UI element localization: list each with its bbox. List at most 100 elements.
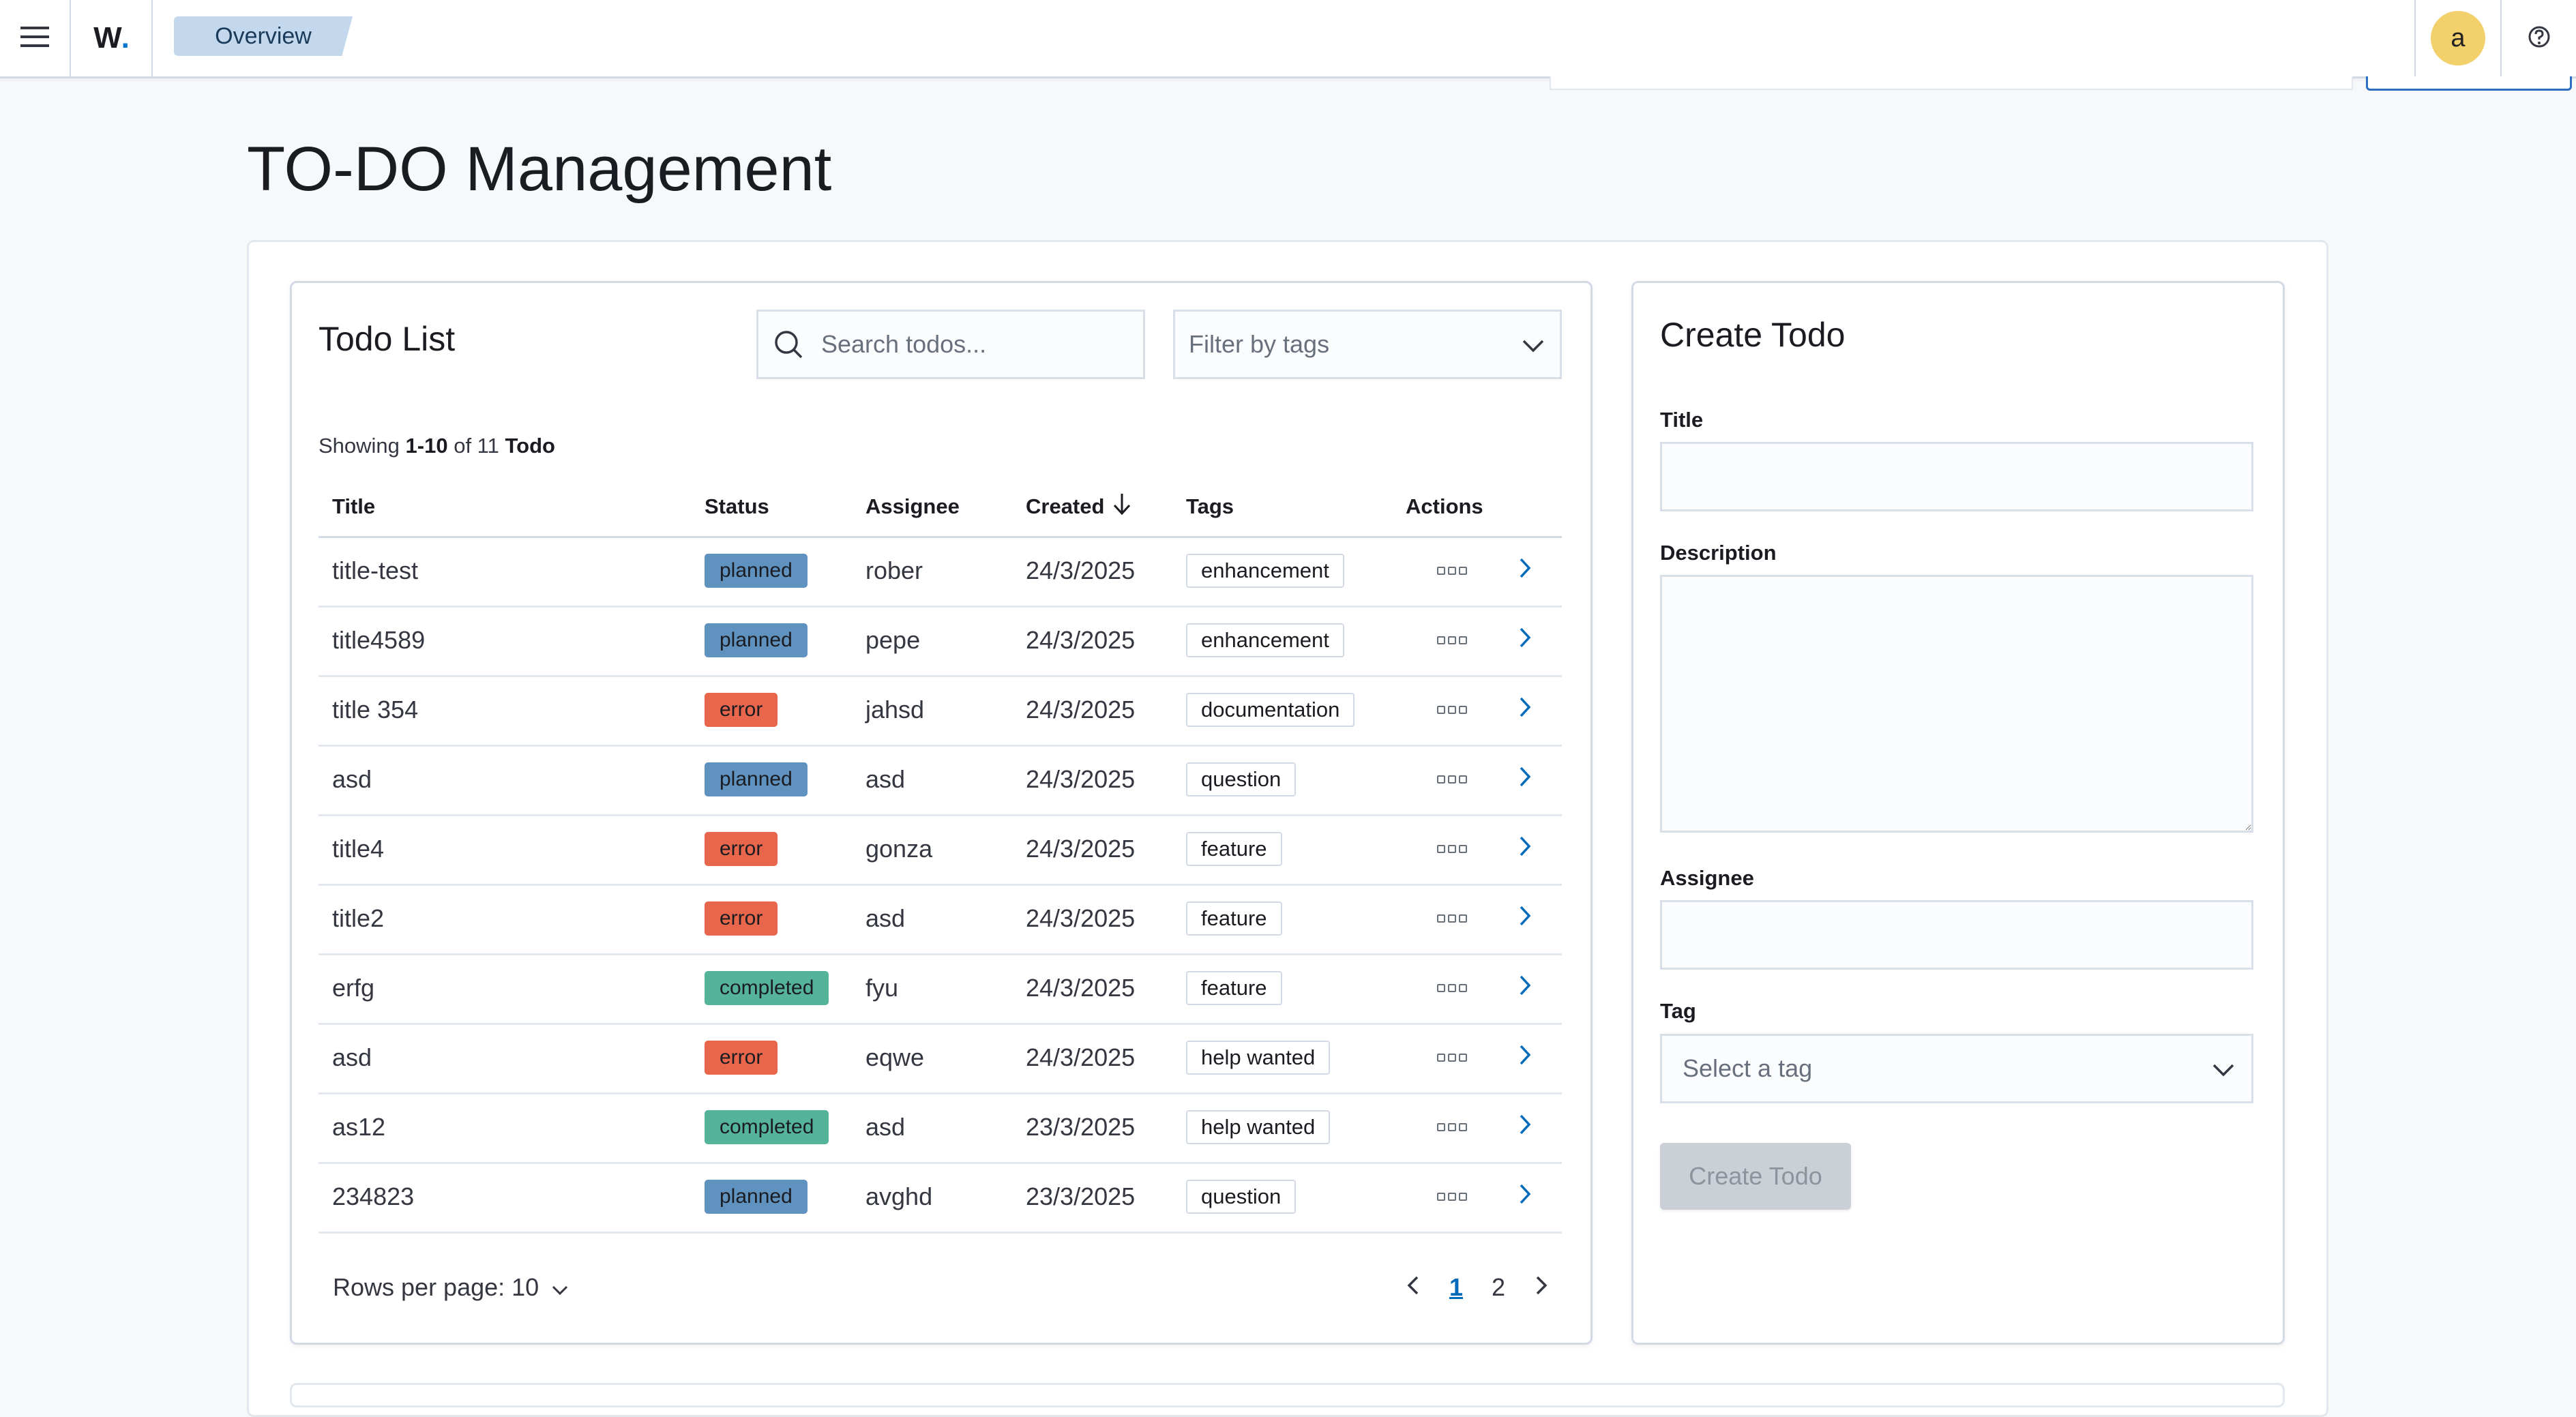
tag-badge: enhancement <box>1186 623 1344 657</box>
description-textarea[interactable] <box>1660 575 2253 833</box>
create-todo-button[interactable]: Create Todo <box>1660 1143 1851 1210</box>
todo-assignee: eqwe <box>865 1043 925 1071</box>
row-actions-button[interactable] <box>1437 1162 1467 1232</box>
row-open-button[interactable] <box>1519 536 1531 606</box>
todo-list-title: Todo List <box>319 320 456 358</box>
column-title-header[interactable]: Title <box>332 477 375 536</box>
tags-cell: feature <box>1186 884 1282 953</box>
user-menu-button[interactable]: a <box>2416 0 2500 76</box>
status-cell: completed <box>705 953 829 1023</box>
chevron-right-icon <box>1519 765 1531 794</box>
showing-entity: Todo <box>505 434 555 458</box>
app-logo[interactable]: W. <box>71 0 151 76</box>
row-actions-button[interactable] <box>1437 953 1467 1023</box>
column-assignee-header[interactable]: Assignee <box>865 477 960 536</box>
row-actions-button[interactable] <box>1437 536 1467 606</box>
breadcrumb-overview[interactable]: Overview <box>174 16 353 56</box>
status-badge: planned <box>705 762 808 796</box>
status-cell: planned <box>705 606 808 675</box>
search-input[interactable] <box>821 330 1135 359</box>
page-1-link[interactable]: 1 <box>1439 1267 1473 1308</box>
header-button-edge <box>2366 76 2572 91</box>
row-open-button[interactable] <box>1519 1162 1531 1232</box>
status-badge: completed <box>705 971 829 1005</box>
showing-count: Showing 1-10 of 11 Todo <box>319 434 555 458</box>
assignee-input[interactable] <box>1660 900 2253 970</box>
chevron-right-icon <box>1519 1043 1531 1072</box>
tag-badge: enhancement <box>1186 554 1344 588</box>
row-actions-button[interactable] <box>1437 1023 1467 1092</box>
row-actions-button[interactable] <box>1437 1092 1467 1162</box>
todo-title: title2 <box>332 904 385 932</box>
row-open-button[interactable] <box>1519 745 1531 814</box>
chevron-right-icon <box>1519 626 1531 655</box>
todo-assignee: asd <box>865 1113 906 1141</box>
row-actions-button[interactable] <box>1437 606 1467 675</box>
status-badge: completed <box>705 1110 829 1144</box>
sort-descending-icon <box>1112 492 1131 521</box>
tags-cell: documentation <box>1186 675 1355 745</box>
lower-panel-edge <box>290 1383 2285 1407</box>
row-open-button[interactable] <box>1519 814 1531 884</box>
logo-dot: . <box>121 21 130 55</box>
tag-select[interactable]: Select a tag <box>1660 1034 2253 1103</box>
prev-page-button[interactable] <box>1395 1267 1431 1308</box>
row-open-button[interactable] <box>1519 1023 1531 1092</box>
tag-badge: help wanted <box>1186 1041 1331 1075</box>
tag-badge: question <box>1186 1180 1297 1214</box>
title-input[interactable] <box>1660 442 2253 511</box>
row-actions-button[interactable] <box>1437 814 1467 884</box>
help-button[interactable] <box>2502 0 2576 76</box>
more-actions-icon <box>1437 1054 1467 1062</box>
row-open-button[interactable] <box>1519 953 1531 1023</box>
row-actions-button[interactable] <box>1437 745 1467 814</box>
tag-filter-select[interactable]: Filter by tags <box>1173 310 1562 379</box>
todo-title: title 354 <box>332 696 419 724</box>
help-icon <box>2528 25 2551 52</box>
todo-title: 234823 <box>332 1182 415 1210</box>
more-actions-icon <box>1437 984 1467 992</box>
todo-created-date: 24/3/2025 <box>1026 835 1136 863</box>
chevron-left-icon <box>1407 1273 1419 1302</box>
menu-button[interactable] <box>0 0 70 76</box>
status-badge: planned <box>705 554 808 588</box>
chevron-down-icon <box>2212 1054 2235 1083</box>
chevron-down-icon <box>551 1273 569 1302</box>
description-field-label: Description <box>1660 541 1777 565</box>
status-cell: error <box>705 675 778 745</box>
todo-assignee: jahsd <box>865 696 925 724</box>
todo-title: asd <box>332 765 372 793</box>
todo-created-date: 24/3/2025 <box>1026 626 1136 654</box>
more-actions-icon <box>1437 845 1467 853</box>
column-status-header[interactable]: Status <box>705 477 769 536</box>
row-open-button[interactable] <box>1519 606 1531 675</box>
tag-filter-placeholder: Filter by tags <box>1189 330 1330 358</box>
menu-icon <box>20 25 49 52</box>
todo-assignee: fyu <box>865 974 899 1002</box>
column-tags-header[interactable]: Tags <box>1186 477 1234 536</box>
todo-assignee: rober <box>865 556 923 584</box>
column-created-header[interactable]: Created <box>1026 477 1131 536</box>
search-field[interactable] <box>756 310 1145 379</box>
table-row: title2 error asd 24/3/2025 feature <box>319 884 1562 955</box>
todo-assignee: asd <box>865 904 906 932</box>
rows-per-page-button[interactable]: Rows per page: 10 <box>333 1267 569 1308</box>
todo-created-date: 23/3/2025 <box>1026 1113 1136 1141</box>
next-page-button[interactable] <box>1524 1267 1559 1308</box>
row-open-button[interactable] <box>1519 884 1531 953</box>
table-row: title-test planned rober 24/3/2025 enhanceme… <box>319 536 1562 608</box>
status-badge: error <box>705 1041 778 1075</box>
row-actions-button[interactable] <box>1437 884 1467 953</box>
todo-created-date: 24/3/2025 <box>1026 1043 1136 1071</box>
table-row: title4589 planned pepe 24/3/2025 enhancement <box>319 606 1562 677</box>
more-actions-icon <box>1437 914 1467 923</box>
tag-select-placeholder: Select a tag <box>1683 1054 1813 1082</box>
chevron-right-icon <box>1519 904 1531 933</box>
chevron-right-icon <box>1519 835 1531 863</box>
row-actions-button[interactable] <box>1437 675 1467 745</box>
page-2-link[interactable]: 2 <box>1481 1267 1515 1308</box>
row-open-button[interactable] <box>1519 1092 1531 1162</box>
top-header: W. Overview a <box>0 0 2576 78</box>
row-open-button[interactable] <box>1519 675 1531 745</box>
column-actions-header: Actions <box>1406 494 1483 518</box>
